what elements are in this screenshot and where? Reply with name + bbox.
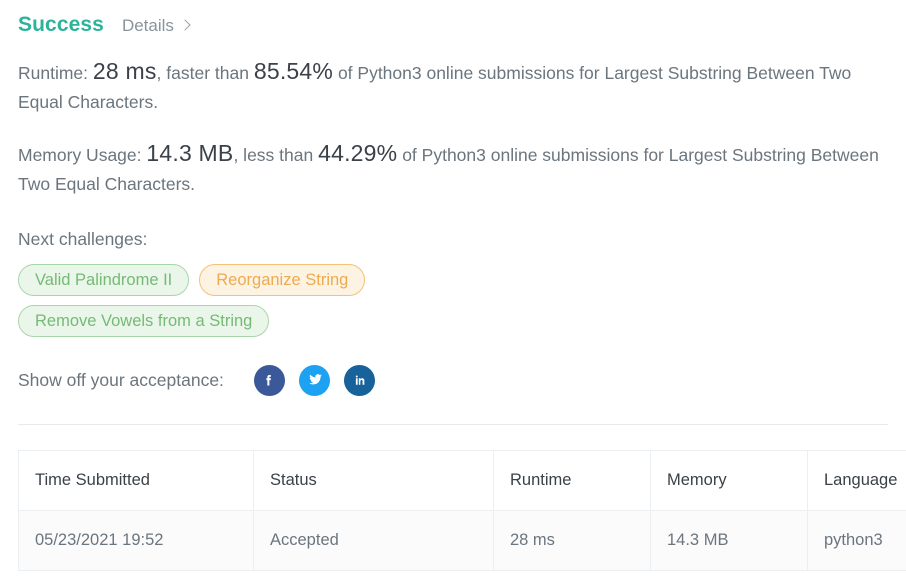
challenge-tag-list: Valid Palindrome II Reorganize String [18,264,618,296]
details-link[interactable]: Details [121,16,191,36]
share-label: Show off your acceptance: [18,370,224,390]
cell-status[interactable]: Accepted [253,510,494,571]
runtime-percentile: 85.54% [253,58,334,84]
cell-runtime: 28 ms [493,510,651,571]
submission-result-page: Success Details Runtime: 28 ms, faster t… [0,0,906,584]
column-header-status: Status [253,450,494,511]
section-divider [18,424,888,425]
table-row: 05/23/2021 19:52 Accepted 28 ms 14.3 MB … [18,510,906,571]
cell-language: python3 [807,510,906,571]
runtime-value: 28 ms [92,58,157,84]
column-header-time-submitted: Time Submitted [18,450,254,511]
twitter-share-button[interactable] [298,365,330,396]
table-header-row: Time Submitted Status Runtime Memory Lan… [18,450,906,511]
runtime-prefix: Runtime: [18,63,89,83]
chevron-right-icon [179,19,191,31]
challenge-tag-list-second-row: Remove Vowels from a String [18,305,618,337]
submissions-table: Time Submitted Status Runtime Memory Lan… [18,450,906,571]
facebook-icon [266,374,272,385]
memory-value: 14.3 MB [146,140,234,166]
column-header-language: Language [807,450,906,511]
memory-percentile: 44.29% [318,140,398,166]
challenge-tag-remove-vowels-from-a-string[interactable]: Remove Vowels from a String [18,305,270,337]
linkedin-icon [355,375,365,385]
memory-stat: Memory Usage: 14.3 MB, less than 44.29% … [18,139,888,199]
facebook-share-button[interactable] [253,365,285,396]
cell-memory: 14.3 MB [650,510,808,571]
column-header-runtime: Runtime [493,450,651,511]
stats-section: Runtime: 28 ms, faster than 85.54% of Py… [0,57,906,199]
runtime-mid: , faster than [156,63,249,83]
result-header: Success Details [0,0,906,37]
social-icon-list [253,365,375,396]
submissions-table-body: 05/23/2021 19:52 Accepted 28 ms 14.3 MB … [18,510,906,571]
submissions-table-head: Time Submitted Status Runtime Memory Lan… [18,450,906,511]
cell-time-submitted: 05/23/2021 19:52 [18,510,254,571]
memory-prefix: Memory Usage: [18,145,142,165]
memory-mid: , less than [233,145,314,165]
runtime-stat: Runtime: 28 ms, faster than 85.54% of Py… [18,57,888,117]
challenge-tag-reorganize-string[interactable]: Reorganize String [199,264,366,296]
next-challenges-section: Next challenges: Valid Palindrome II Reo… [0,229,906,337]
submissions-table-wrapper: Time Submitted Status Runtime Memory Lan… [18,450,906,571]
page-title: Success [18,13,104,36]
twitter-icon [309,374,322,385]
linkedin-share-button[interactable] [343,365,375,396]
share-section: Show off your acceptance: [0,365,906,396]
column-header-memory: Memory [650,450,808,511]
challenge-tag-valid-palindrome-ii[interactable]: Valid Palindrome II [18,264,190,296]
details-link-label: Details [121,16,174,35]
next-challenges-label: Next challenges: [18,229,148,249]
